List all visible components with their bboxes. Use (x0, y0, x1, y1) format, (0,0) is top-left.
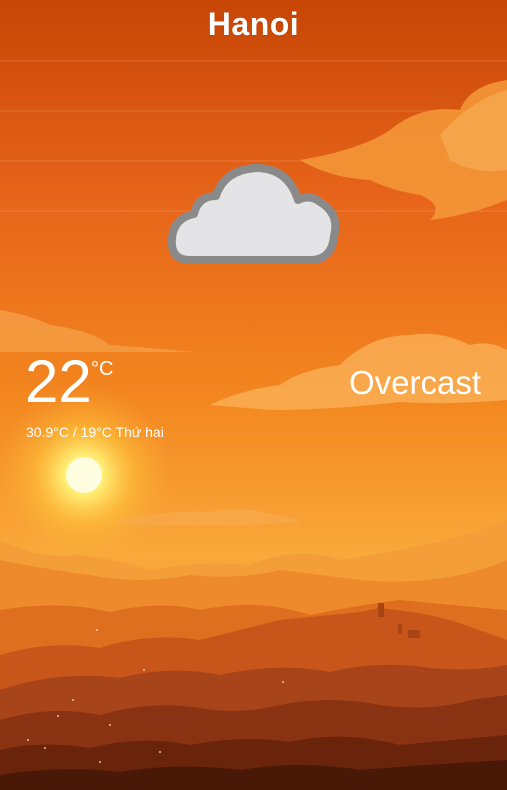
current-temperature: 22 (25, 348, 92, 415)
city-name: Hanoi (207, 6, 300, 42)
cloud-icon (167, 164, 340, 264)
temperature-range-day: 30.9°C / 19°C Thứ hai (26, 424, 164, 440)
weather-app: Hanoi 22 °C 30.9°C / 19°C Thứ hai Overca… (0, 0, 507, 790)
temperature-unit: °C (91, 358, 114, 380)
weather-condition: Overcast (348, 364, 481, 401)
current-temperature-group: 22 °C (25, 348, 113, 415)
